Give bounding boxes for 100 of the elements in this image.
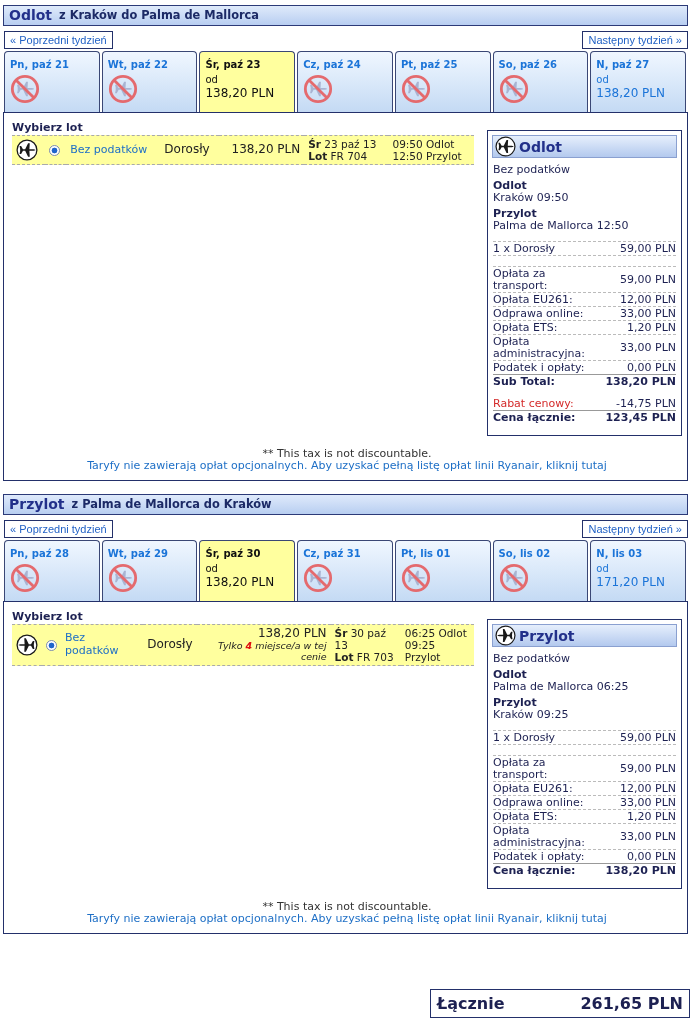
fee-label: Opłata administracyjna:: [493, 825, 586, 849]
tax-note: ** This tax is not discountable.: [261, 901, 433, 913]
price-total-amount: 123,45 PLN: [605, 412, 676, 424]
from-label: od: [205, 562, 218, 574]
price-text: 138,20 PLN: [205, 576, 275, 590]
fare-link[interactable]: Bez podatków: [65, 632, 140, 658]
fee-label: Opłata EU261:: [493, 294, 573, 306]
fee-amount: 33,00 PLN: [620, 308, 676, 320]
section-title: Odlot: [9, 7, 53, 24]
radio-button[interactable]: [49, 144, 61, 156]
fare-text: Bez podatków: [493, 164, 572, 176]
from-label: od: [205, 73, 218, 85]
previous-week-button[interactable]: « Poprzedni tydzień: [4, 31, 113, 49]
fee-label: Opłata ETS:: [493, 322, 558, 334]
plane-icon: [16, 139, 38, 162]
day-tab[interactable]: N, paź 27 od 138,20 PLN: [590, 51, 687, 112]
discount-label: Rabat cenowy:: [493, 398, 574, 410]
day-tab[interactable]: Pt, lis 01: [394, 540, 491, 601]
price-total-amount: 138,20 PLN: [605, 865, 676, 877]
fare-text: Bez podatków: [493, 653, 572, 665]
day-tab[interactable]: Śr, paź 23 od 138,20 PLN: [199, 51, 296, 112]
discount-amount: -14,75 PLN: [616, 398, 676, 410]
passenger-label: 1 x Dorosły: [493, 732, 556, 744]
day-tab[interactable]: So, paź 26: [492, 51, 589, 112]
subtotal-label: Sub Total:: [493, 376, 555, 388]
arrival-time: 12:50 Przylot: [392, 150, 463, 163]
price-text: 171,20 PLN: [596, 576, 665, 590]
fee-amount: 33,00 PLN: [620, 831, 676, 843]
from-label: od: [596, 562, 609, 574]
select-flight-heading: Wybierz lot: [12, 122, 84, 134]
section-title: Przylot: [9, 496, 65, 513]
fee-amount: 59,00 PLN: [620, 763, 676, 775]
fee-amount: 0,00 PLN: [627, 362, 676, 374]
day-tab[interactable]: Pt, paź 25: [394, 51, 491, 112]
passenger-amount: 59,00 PLN: [620, 732, 676, 744]
price-total-label: Cena łącznie:: [493, 412, 576, 424]
day-tab[interactable]: N, lis 03 od 171,20 PLN: [590, 540, 687, 601]
day-tab[interactable]: Cz, paź 24: [297, 51, 393, 112]
radio-button[interactable]: [46, 639, 57, 651]
leg-value: Palma de Mallorca 12:50: [493, 220, 630, 232]
price-text: 138,20 PLN: [205, 87, 275, 101]
fee-label: Podatek i opłaty:: [493, 362, 585, 374]
fee-amount: 33,00 PLN: [620, 797, 676, 809]
fee-label: Opłata administracyjna:: [493, 336, 586, 360]
fee-label: Podatek i opłaty:: [493, 851, 585, 863]
leg-value: Palma de Mallorca 06:25: [493, 681, 630, 693]
fare-link[interactable]: Bez podatków: [70, 143, 157, 157]
fees-link[interactable]: Taryfy nie zawierają opłat opcjonalnych. Aby uzyskać pełną listę opłat linii Ryanair, kliknij tutaj: [87, 912, 607, 925]
flight-number: Lot FR 704: [308, 150, 369, 163]
grand-total-amount: 261,65 PLN: [580, 995, 683, 1014]
summary-title: Przylot: [519, 629, 575, 642]
day-tab[interactable]: Pn, paź 28: [4, 540, 100, 601]
summary-title: Odlot: [519, 140, 563, 153]
plane-icon: [495, 625, 516, 646]
day-tab[interactable]: Śr, paź 30 od 138,20 PLN: [199, 540, 296, 601]
leg-label: Przylot: [493, 697, 538, 709]
fee-label: Opłata za transport:: [493, 268, 549, 292]
leg-label: Przylot: [493, 208, 538, 220]
passenger-type: Dorosły: [147, 637, 193, 652]
day-tab[interactable]: Wt, paź 29: [101, 540, 198, 601]
leg-value: Kraków 09:50: [493, 192, 570, 204]
leg-value: Kraków 09:25: [493, 709, 570, 721]
fee-amount: 59,00 PLN: [620, 274, 676, 286]
day-tab[interactable]: Cz, paź 31: [297, 540, 393, 601]
flight-number: Lot FR 703: [334, 651, 395, 664]
fee-amount: 33,00 PLN: [620, 342, 676, 354]
flight-date: Śr 30 paź 13: [334, 627, 387, 652]
price-text: 138,20 PLN: [596, 87, 665, 101]
passenger-amount: 59,00 PLN: [620, 243, 676, 255]
fee-amount: 1,20 PLN: [627, 811, 676, 823]
fee-label: Opłata ETS:: [493, 811, 558, 823]
leg-label: Odlot: [493, 669, 528, 681]
day-tab[interactable]: So, lis 02: [492, 540, 589, 601]
fee-label: Opłata EU261:: [493, 783, 573, 795]
next-week-button[interactable]: Następny tydzień »: [582, 520, 688, 538]
route-text: z Palma de Mallorca do Kraków: [71, 497, 272, 512]
passenger-type: Dorosły: [164, 142, 210, 157]
tax-note: ** This tax is not discountable.: [261, 448, 433, 460]
passenger-label: 1 x Dorosły: [493, 243, 556, 255]
grand-total-label: Łącznie: [437, 995, 505, 1014]
select-flight-heading: Wybierz lot: [12, 611, 84, 623]
subtotal-amount: 138,20 PLN: [605, 376, 676, 388]
seats-note: Tylko 4 miejsce/a w tej cenie: [216, 641, 327, 663]
leg-label: Odlot: [493, 180, 528, 192]
next-week-button[interactable]: Następny tydzień »: [582, 31, 688, 49]
arrival-time: 09:25 Przylot: [404, 639, 442, 664]
day-tab[interactable]: Pn, paź 21: [4, 51, 100, 112]
fees-link[interactable]: Taryfy nie zawierają opłat opcjonalnych. Aby uzyskać pełną listę opłat linii Ryanair, kliknij tutaj: [87, 459, 607, 472]
previous-week-button[interactable]: « Poprzedni tydzień: [4, 520, 113, 538]
from-label: od: [596, 73, 609, 85]
price-text: 138,20 PLN: [256, 627, 327, 642]
fee-amount: 12,00 PLN: [620, 783, 676, 795]
plane-icon: [495, 136, 516, 157]
departure-time: 06:25 Odlot: [404, 627, 468, 640]
fee-label: Opłata za transport:: [493, 757, 549, 781]
plane-icon: [16, 634, 38, 657]
day-tab[interactable]: Wt, paź 22: [101, 51, 198, 112]
route-text: z Kraków do Palma de Mallorca: [59, 8, 259, 23]
price-text: 138,20 PLN: [230, 143, 301, 157]
fee-amount: 12,00 PLN: [620, 294, 676, 306]
